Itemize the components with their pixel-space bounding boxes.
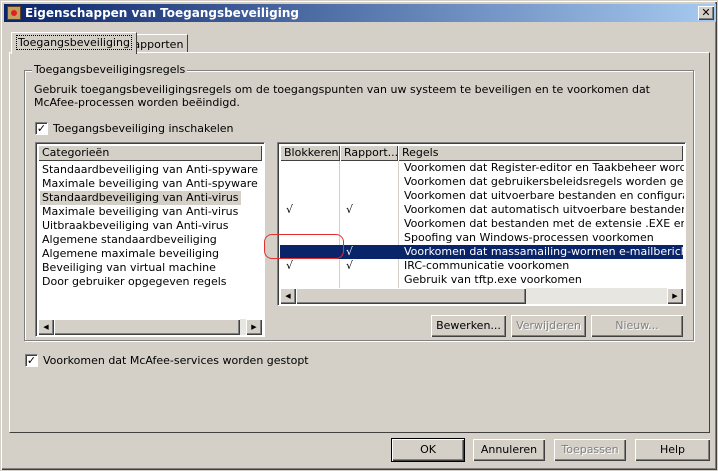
highlight-annotation (264, 234, 344, 259)
rule-cell-rule[interactable]: Voorkomen dat automatisch uitvoerbare be… (404, 203, 684, 217)
new-button[interactable]: Nieuw... (591, 315, 683, 337)
rule-cell-block[interactable] (286, 217, 340, 231)
column-rules[interactable]: Regels (398, 145, 683, 161)
apply-button[interactable]: Toepassen (554, 439, 626, 461)
category-item[interactable]: Beveiliging van virtual machine (40, 261, 218, 275)
close-icon[interactable]: ✕ (698, 6, 714, 20)
cancel-button[interactable]: Annuleren (473, 439, 545, 461)
delete-button[interactable]: Verwijderen (511, 315, 586, 337)
tab-label: Toegangsbeveiliging (16, 35, 132, 50)
column-report[interactable]: Rapport... (340, 145, 398, 161)
rule-cell-report[interactable] (346, 161, 398, 175)
properties-dialog: Eigenschappen van Toegangsbeveiliging ✕ … (0, 0, 718, 471)
categories-list[interactable]: Categorieën Standaardbeveiliging van Ant… (35, 142, 265, 337)
categories-hscroll[interactable]: ◀ ▶ (38, 319, 262, 335)
rule-cell-rule[interactable]: IRC-communicatie voorkomen (404, 259, 684, 273)
enable-label[interactable]: Toegangsbeveiliging inschakelen (53, 122, 234, 135)
category-item[interactable]: Door gebruiker opgegeven regels (40, 275, 229, 289)
rule-cell-block[interactable] (286, 175, 340, 189)
rules-hscroll[interactable]: ◀ ▶ (280, 288, 683, 304)
edit-button[interactable]: Bewerken... (431, 315, 506, 337)
services-checkbox[interactable]: ✓ (25, 354, 38, 367)
rule-cell-report[interactable] (346, 175, 398, 189)
rule-cell-rule[interactable]: Voorkomen dat massamailing-wormen e-mail… (404, 245, 684, 259)
rule-cell-rule[interactable]: Spoofing van Windows-processen voorkomen (404, 231, 684, 245)
rule-row[interactable]: Voorkomen dat gebruikersbeleidsregels wo… (280, 175, 684, 189)
rule-cell-rule[interactable]: Voorkomen dat Register-editor en Taakbeh… (404, 161, 684, 175)
rule-row[interactable]: Voorkomen dat uitvoerbare bestanden en c… (280, 189, 684, 203)
category-item[interactable]: Standaardbeveiliging van Anti-virus (40, 191, 241, 205)
tab-toegangsbeveiliging[interactable]: Toegangsbeveiliging (11, 32, 137, 54)
rule-cell-report[interactable]: √ (346, 203, 398, 217)
scroll-thumb[interactable] (296, 288, 526, 304)
rule-cell-report[interactable]: √ (346, 245, 398, 259)
rule-cell-report[interactable] (346, 189, 398, 203)
mcafee-shield-icon (7, 6, 21, 20)
scroll-thumb[interactable] (54, 319, 240, 335)
rule-cell-rule[interactable]: Gebruik van tftp.exe voorkomen (404, 273, 684, 287)
window-title: Eigenschappen van Toegangsbeveiliging (25, 6, 299, 20)
group-legend: Toegangsbeveiligingsregels (32, 63, 188, 76)
rule-cell-block[interactable] (286, 273, 340, 287)
title-bar: Eigenschappen van Toegangsbeveiliging ✕ (4, 4, 716, 22)
category-item[interactable]: Algemene maximale beveiliging (40, 247, 221, 261)
rule-row[interactable]: √ √ IRC-communicatie voorkomen (280, 259, 683, 273)
services-label[interactable]: Voorkomen dat McAfee-services worden ges… (43, 354, 309, 367)
rule-cell-block[interactable]: √ (286, 203, 340, 217)
ok-button[interactable]: OK (392, 439, 464, 461)
rule-row[interactable]: √ √ Voorkomen dat automatisch uitvoerbare … (280, 203, 684, 217)
rule-cell-rule[interactable]: Voorkomen dat bestanden met de extensie … (404, 217, 684, 231)
categories-header[interactable]: Categorieën (38, 145, 262, 161)
category-item[interactable]: Algemene standaardbeveiliging (40, 233, 219, 247)
rule-cell-rule[interactable]: Voorkomen dat gebruikersbeleidsregels wo… (404, 175, 684, 189)
rule-row[interactable]: Voorkomen dat bestanden met de extensie … (280, 217, 684, 231)
column-block[interactable]: Blokkeren (280, 145, 340, 161)
scroll-right-icon[interactable]: ▶ (246, 319, 262, 335)
enable-checkbox[interactable]: ✓ (35, 122, 48, 135)
category-item[interactable]: Maximale beveiliging van Anti-spyware (40, 177, 260, 191)
rule-row[interactable]: Gebruik van tftp.exe voorkomen (280, 273, 683, 287)
rule-cell-block[interactable]: √ (286, 259, 340, 273)
rule-row[interactable]: Voorkomen dat Register-editor en Taakbeh… (280, 161, 684, 175)
rules-grid[interactable]: Blokkeren Rapport... Regels Voorkomen da… (277, 142, 686, 306)
help-button[interactable]: Help (635, 439, 710, 461)
category-item[interactable]: Standaardbeveiliging van Anti-spyware (40, 163, 260, 177)
scroll-right-icon[interactable]: ▶ (667, 288, 683, 304)
rule-cell-report[interactable]: √ (346, 259, 398, 273)
rule-cell-block[interactable] (286, 189, 340, 203)
rule-cell-report[interactable] (346, 217, 398, 231)
group-description: Gebruik toegangsbeveiligingsregels om de… (34, 83, 650, 109)
scroll-left-icon[interactable]: ◀ (38, 319, 54, 335)
category-item[interactable]: Uitbraakbeveiliging van Anti-virus (40, 219, 231, 233)
category-item[interactable]: Maximale beveiliging van Anti-virus (40, 205, 240, 219)
scroll-left-icon[interactable]: ◀ (280, 288, 296, 304)
rule-cell-rule[interactable]: Voorkomen dat uitvoerbare bestanden en c… (404, 189, 684, 203)
rule-cell-report[interactable] (346, 231, 398, 245)
rule-cell-block[interactable] (286, 161, 340, 175)
rule-cell-report[interactable] (346, 273, 398, 287)
